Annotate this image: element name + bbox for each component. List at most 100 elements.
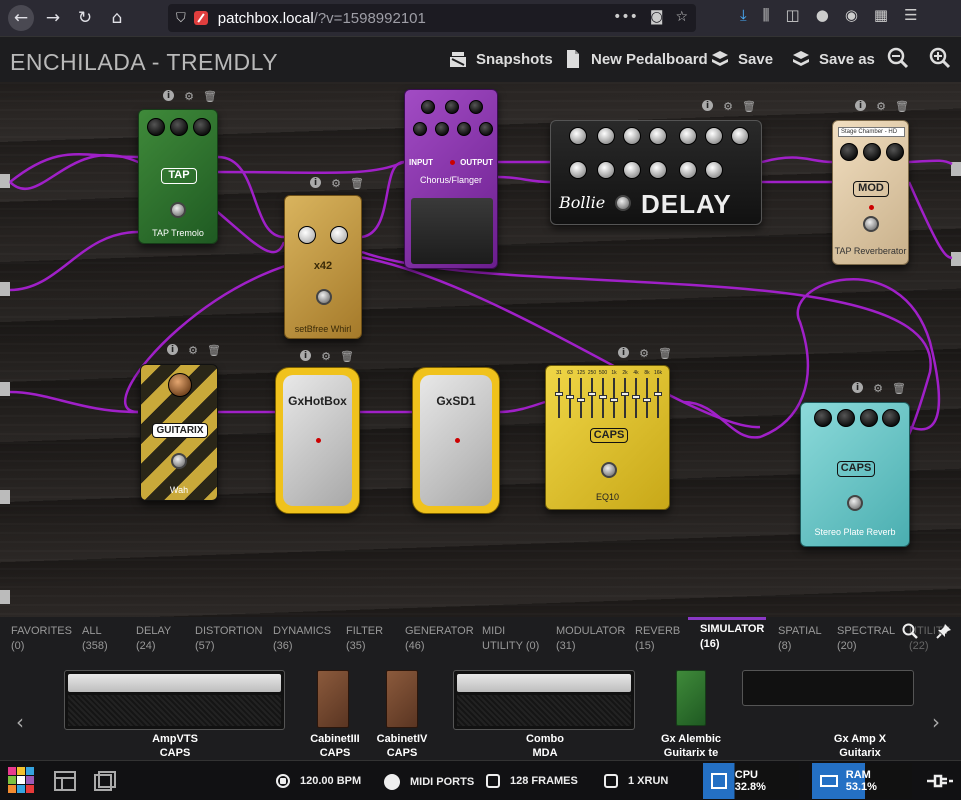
info-icon[interactable]: i <box>702 100 713 111</box>
banks-icon[interactable] <box>94 771 116 791</box>
bypass-footswitch[interactable] <box>601 462 617 478</box>
settings-gear-icon[interactable]: ⚙ <box>330 177 342 190</box>
decay-knob[interactable] <box>840 143 858 161</box>
tab-modulator[interactable]: MODULATOR (31) <box>556 624 625 654</box>
high-cut-knob[interactable] <box>649 161 667 179</box>
back-button[interactable]: ← <box>8 5 34 31</box>
delay-knob[interactable] <box>413 122 427 136</box>
depth-knob[interactable] <box>147 118 165 136</box>
eq-band-slider[interactable] <box>599 378 607 418</box>
library-icon[interactable]: ⫼ <box>763 6 770 24</box>
pedal-stereo-plate-reverb[interactable]: CAPS Stereo Plate Reverb <box>800 402 910 547</box>
downloads-icon[interactable]: ⤓ <box>740 6 747 24</box>
tail-knob[interactable] <box>837 409 855 427</box>
pedal-treadle[interactable] <box>411 198 493 264</box>
trash-icon[interactable]: 🗑 <box>340 350 354 363</box>
bypass-footswitch[interactable] <box>316 289 332 305</box>
low-q-knob[interactable] <box>623 161 641 179</box>
delay-r-knob[interactable] <box>649 127 667 145</box>
crossfeed-knob[interactable] <box>731 127 749 145</box>
zoom-in-icon[interactable] <box>929 47 951 69</box>
high-q-knob[interactable] <box>705 161 723 179</box>
pocket-icon[interactable]: ◙ <box>650 9 664 25</box>
horn-level-knob[interactable] <box>298 226 316 244</box>
tab-favorites[interactable]: FAVORITES (0) <box>11 624 72 654</box>
trash-icon[interactable]: 🗑 <box>350 177 364 190</box>
xrun-status[interactable]: 1 XRUN <box>604 774 668 788</box>
trash-icon[interactable]: 🗑 <box>658 347 672 360</box>
url-bar[interactable]: ⛉ patchbox.local/?v=1598992101 ••• ◙ ☆ <box>168 4 696 32</box>
eq-band-slider[interactable] <box>632 378 640 418</box>
info-icon[interactable]: i <box>310 177 321 188</box>
trash-icon[interactable]: 🗑 <box>207 344 221 357</box>
sidebar-icon[interactable]: ◫ <box>786 6 800 24</box>
pedal-gxhotbox[interactable]: GxHotBox <box>275 367 360 514</box>
search-icon[interactable] <box>902 623 918 639</box>
eq-band-slider[interactable] <box>566 378 574 418</box>
info-icon[interactable]: i <box>618 347 629 358</box>
settings-gear-icon[interactable]: ⚙ <box>187 344 199 357</box>
tab-all[interactable]: ALL (358) <box>82 624 108 654</box>
save-button[interactable]: Save <box>710 49 773 69</box>
info-icon[interactable]: i <box>167 344 178 355</box>
low-cut-knob[interactable] <box>569 161 587 179</box>
buffer-frames-status[interactable]: 128 FRAMES <box>486 774 578 788</box>
level-knob[interactable] <box>193 118 211 136</box>
trash-icon[interactable]: 🗑 <box>892 382 906 395</box>
trash-icon[interactable]: 🗑 <box>895 100 909 113</box>
scroll-right-icon[interactable]: › <box>932 710 940 734</box>
user-tempo-knob[interactable] <box>597 127 615 145</box>
bypass-footswitch[interactable] <box>170 202 186 218</box>
lcf-knob[interactable] <box>597 161 615 179</box>
forward-button[interactable]: → <box>40 5 66 31</box>
bypass-footswitch[interactable] <box>847 495 863 511</box>
pedal-setbfree-whirl[interactable]: x42 setBfree Whirl <box>284 195 362 339</box>
info-icon[interactable]: i <box>852 382 863 393</box>
dry-knob[interactable] <box>479 122 493 136</box>
depth-knob[interactable] <box>421 100 435 114</box>
tab-reverb[interactable]: REVERB (15) <box>635 624 680 654</box>
bookmark-star-icon[interactable]: ☆ <box>675 9 688 25</box>
pedalboard-canvas[interactable]: i ⚙ 🗑 TAP TAP Tremolo i ⚙ 🗑 x42 setBfree Whi… <box>0 82 961 617</box>
zoom-out-icon[interactable] <box>887 47 909 69</box>
info-icon[interactable]: i <box>163 90 174 101</box>
new-pedalboard-button[interactable]: New Pedalboard <box>563 49 708 69</box>
eq-band-slider[interactable] <box>621 378 629 418</box>
info-icon[interactable]: i <box>300 350 311 361</box>
page-actions-icon[interactable]: ••• <box>613 9 638 25</box>
hcf-knob[interactable] <box>679 161 697 179</box>
trash-icon[interactable]: 🗑 <box>203 90 217 103</box>
eq-band-slider[interactable] <box>555 378 563 418</box>
tab-distortion[interactable]: DISTORTION (57) <box>195 624 262 654</box>
eq-band-slider[interactable] <box>588 378 596 418</box>
tab-midi-utility[interactable]: MIDI UTILITY (0) <box>482 624 539 654</box>
eq-band-slider[interactable] <box>654 378 662 418</box>
settings-gear-icon[interactable]: ⚙ <box>872 382 884 395</box>
dry-knob[interactable] <box>863 143 881 161</box>
bypass-footswitch[interactable] <box>863 216 879 232</box>
settings-gear-icon[interactable]: ⚙ <box>183 90 195 103</box>
info-icon[interactable]: i <box>855 100 866 111</box>
blend-knob[interactable] <box>882 409 900 427</box>
pedal-tap-tremolo[interactable]: TAP TAP Tremolo <box>138 109 218 244</box>
contour-knob[interactable] <box>457 122 471 136</box>
bandwidth-knob[interactable] <box>814 409 832 427</box>
settings-gear-icon[interactable]: ⚙ <box>875 100 887 113</box>
save-as-button[interactable]: Save as <box>791 49 875 69</box>
home-button[interactable]: ⌂ <box>104 5 130 31</box>
menu-icon[interactable]: ☰ <box>904 6 917 24</box>
midi-ports-status[interactable]: MIDI PORTS <box>384 774 474 790</box>
mod-logo-icon[interactable] <box>6 765 36 795</box>
scroll-left-icon[interactable]: ‹ <box>16 710 24 734</box>
tab-filter[interactable]: FILTER (35) <box>346 624 383 654</box>
settings-gear-icon[interactable]: ⚙ <box>638 347 650 360</box>
blend-knob[interactable] <box>679 127 697 145</box>
extensions-grid-icon[interactable]: ▦ <box>874 6 888 24</box>
bypass-footswitch[interactable] <box>615 195 631 211</box>
settings-gear-icon[interactable]: ⚙ <box>320 350 332 363</box>
pedal-wah[interactable]: GUITARIX Wah <box>140 364 218 501</box>
pedal-eq10[interactable]: 31 63 125 250 500 1k 2k 4k 8k 16k CAPS EQ10 <box>545 365 670 510</box>
lfo-knob[interactable] <box>435 122 449 136</box>
extension-icon[interactable]: ● <box>816 6 829 24</box>
pedal-chorus-flanger[interactable]: INPUT OUTPUT Chorus/Flanger <box>404 89 498 269</box>
